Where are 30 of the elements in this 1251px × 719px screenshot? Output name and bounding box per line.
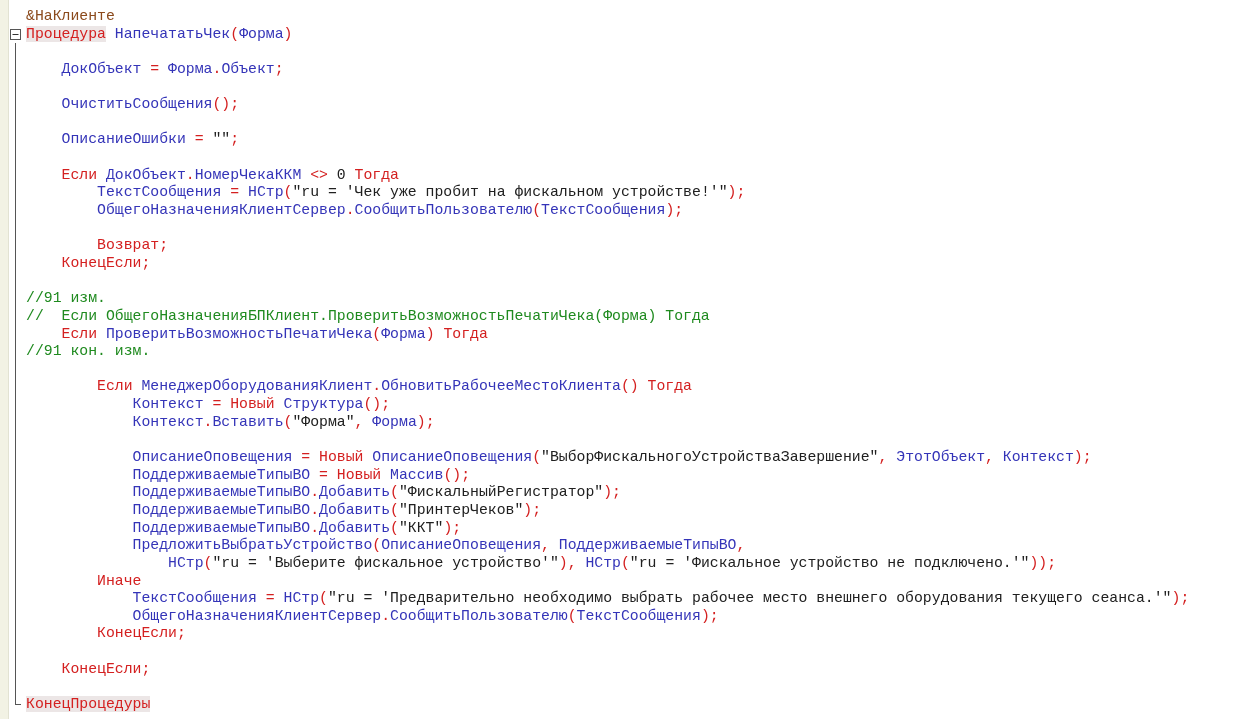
- collapse-icon[interactable]: [10, 28, 21, 40]
- code-line: Если ПроверитьВозможностьПечатиЧека(Форма) Тогда: [60, 325, 488, 344]
- code-line: ПредложитьВыбратьУстройство(ОписаниеОповещения, ПоддерживаемыеТипыВО,: [131, 537, 746, 555]
- code-line: Возврат;: [96, 237, 169, 255]
- code-line: Контекст.Вставить("Форма", Форма);: [131, 413, 435, 432]
- code-line: ОписаниеОповещения = Новый ОписаниеОповещения("ВыборФискальногоУстройстваЗавершение", ЭтотОбъект, Контекст);: [131, 449, 1092, 467]
- code-line: Если МенеджерОборудованияКлиент.ОбновитьРабочееМестоКлиента() Тогда: [96, 378, 692, 397]
- code-line: ПоддерживаемыеТипыВО.Добавить("ПринтерЧеков");: [131, 501, 542, 520]
- code-line: ДокОбъект = Форма.Объект;: [60, 60, 284, 79]
- code-line: ОбщегоНазначенияКлиентСервер.СообщитьПользователю(ТекстСообщения);: [96, 202, 684, 220]
- code-line: КонецЕсли;: [60, 660, 151, 679]
- code-line: Процедура НапечататьЧек(Форма): [26, 25, 293, 44]
- code-line: ТекстСообщения = НСтр("ru = 'Предварительно необходимо выбрать рабочее место внешнего оборудования текущего сеанса.'");: [131, 590, 1190, 608]
- code-line: КонецЕсли;: [96, 625, 186, 644]
- code-line: НСтр("ru = 'Выберите фискальное устройство'"), НСтр("ru = 'Фискальное устройство не подключено.'"));: [167, 554, 1057, 573]
- code-line: Иначе: [96, 572, 142, 590]
- code-line: // Если ОбщегоНазначенияБПКлиент.ПроверитьВозможностьПечатиЧека(Форма) Тогда: [26, 307, 710, 326]
- code-line: &НаКлиенте: [26, 8, 115, 26]
- code-line: ОчиститьСообщения();: [60, 96, 240, 114]
- code-line: КонецЕсли;: [60, 254, 151, 273]
- code-line: Контекст = Новый Структура();: [131, 396, 391, 414]
- code-line: ПоддерживаемыеТипыВО = Новый Массив();: [131, 466, 470, 484]
- code-line: Если ДокОбъект.НомерЧекаККМ <> 0 Тогда: [60, 166, 399, 184]
- code-line: //91 изм.: [26, 290, 106, 308]
- code-line: //91 кон. изм.: [26, 343, 151, 361]
- code-line: ПоддерживаемыеТипыВО.Добавить("ККТ");: [131, 519, 462, 537]
- code-line: ПоддерживаемыеТипыВО.Добавить("ФискальныйРегистратор");: [131, 484, 621, 502]
- code-line: ОписаниеОшибки = "";: [60, 131, 240, 150]
- code-line: ТекстСообщения = НСтр("ru = 'Чек уже пробит на фискальном устройстве!'");: [96, 184, 746, 202]
- code-line: ОбщегоНазначенияКлиентСервер.СообщитьПользователю(ТекстСообщения);: [131, 607, 719, 626]
